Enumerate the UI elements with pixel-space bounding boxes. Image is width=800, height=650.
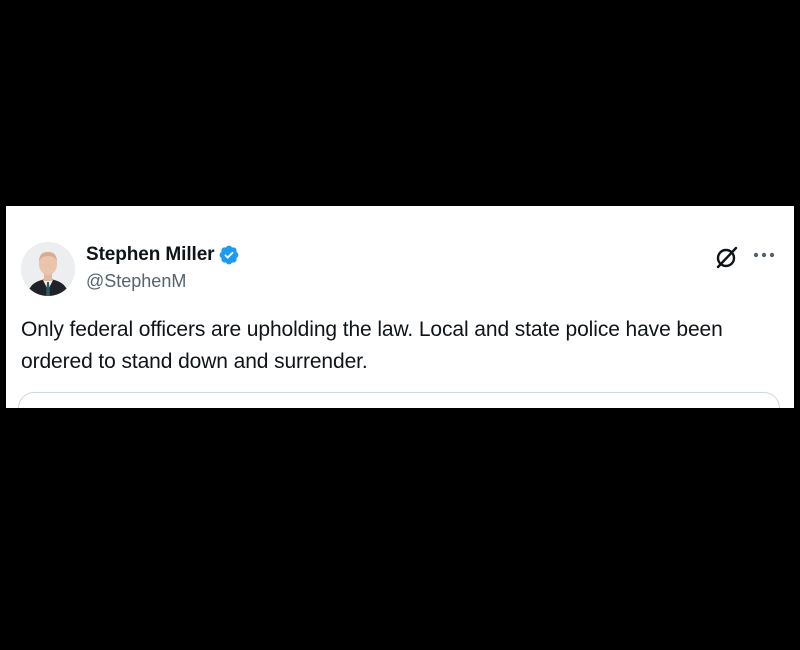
- name-row: Stephen Miller: [86, 242, 240, 268]
- author-handle[interactable]: @StephenM: [86, 271, 240, 292]
- more-options-icon[interactable]: [751, 244, 777, 266]
- embedded-card[interactable]: [18, 392, 780, 408]
- grok-icon[interactable]: [714, 244, 740, 270]
- tweet-text: Only federal officers are upholding the …: [21, 318, 723, 373]
- tweet-card: Stephen Miller @StephenM Only federal of…: [6, 206, 794, 408]
- avatar[interactable]: [21, 242, 75, 296]
- author-display-name[interactable]: Stephen Miller: [86, 244, 215, 266]
- verified-badge-icon[interactable]: [218, 244, 240, 266]
- avatar-image: [21, 242, 75, 296]
- author-info: Stephen Miller @StephenM: [86, 242, 240, 292]
